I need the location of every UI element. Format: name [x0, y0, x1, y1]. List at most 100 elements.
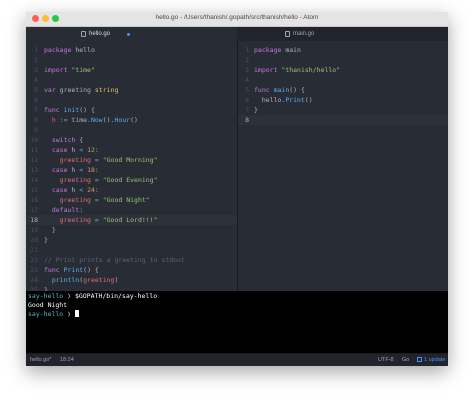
title-bar: hello.go - /Users/thanish/.gopath/src/th…	[26, 12, 448, 27]
line-number[interactable]: 4	[26, 75, 38, 85]
code-text: case h < 18:	[44, 165, 99, 175]
code-line[interactable]: 23 func Print() {	[26, 265, 237, 275]
code-line[interactable]: 24 println(greeting)	[26, 275, 237, 285]
code-line[interactable]: 8	[238, 115, 448, 125]
code-token: greeting	[83, 276, 115, 284]
line-number[interactable]: 7	[26, 105, 38, 115]
line-number[interactable]: 17	[26, 205, 38, 215]
line-number[interactable]: 2	[26, 55, 38, 65]
editor-pane-main-go[interactable]: 1 package main 2 3 import "thanish/hello" 4 5 f…	[238, 41, 448, 303]
code-line[interactable]: 4	[238, 75, 448, 85]
terminal-line: Good Night	[28, 301, 67, 310]
terminal-panel[interactable]: say-hello ❯ $GOPATH/bin/say-hello Good Ni…	[26, 291, 448, 353]
line-number[interactable]: 5	[238, 85, 249, 95]
line-number[interactable]: 22	[26, 255, 38, 265]
code-line[interactable]: 16 greeting = "Good Night"	[26, 195, 237, 205]
code-line[interactable]: 9	[26, 125, 237, 135]
line-number[interactable]: 15	[26, 185, 38, 195]
code-line[interactable]: 21	[26, 245, 237, 255]
code-token: :	[79, 206, 84, 214]
code-line[interactable]: 10 switch {	[26, 135, 237, 145]
status-grammar[interactable]: Go	[402, 357, 409, 363]
status-file-name[interactable]: hello.go*	[30, 357, 51, 363]
code-line[interactable]: 12 greeting = "Good Morning"	[26, 155, 237, 165]
line-number[interactable]: 8	[26, 115, 38, 125]
code-line[interactable]: 2	[26, 55, 237, 65]
code-text: greeting = "Good Morning"	[44, 155, 158, 165]
code-line[interactable]: 4	[26, 75, 237, 85]
line-number[interactable]: 1	[26, 45, 38, 55]
line-number[interactable]: 3	[238, 65, 249, 75]
code-line[interactable]: 7}	[238, 105, 448, 115]
code-token: case	[51, 186, 68, 194]
code-token: greeting	[44, 196, 95, 204]
line-number[interactable]: 13	[26, 165, 38, 175]
terminal-prompt: say-hello	[28, 310, 68, 318]
tab-hello-go[interactable]: hello.go	[26, 27, 237, 41]
line-number[interactable]: 16	[26, 195, 38, 205]
code-line[interactable]: 7 func init() {	[26, 105, 237, 115]
code-token: Hour	[114, 116, 131, 124]
code-token: "Good Night"	[102, 196, 150, 204]
line-number[interactable]: 24	[26, 275, 38, 285]
line-number[interactable]: 1	[238, 45, 249, 55]
code-line[interactable]: 20}	[26, 235, 237, 245]
line-number[interactable]: 5	[26, 85, 38, 95]
code-token: hello.	[254, 96, 286, 104]
code-line[interactable]: 6	[26, 95, 237, 105]
code-line[interactable]: 15 case h < 24:	[26, 185, 237, 195]
line-number[interactable]: 14	[26, 175, 38, 185]
code-token: h	[67, 186, 80, 194]
line-number[interactable]: 11	[26, 145, 38, 155]
line-number[interactable]: 18	[26, 215, 38, 225]
code-line[interactable]: 13 case h < 18:	[26, 165, 237, 175]
code-text: h := time.Now().Hour()	[44, 115, 138, 125]
code-line[interactable]: 17 default:	[26, 205, 237, 215]
code-line[interactable]: 8 h := time.Now().Hour()	[26, 115, 237, 125]
line-number[interactable]: 12	[26, 155, 38, 165]
code-line[interactable]: 19 }	[26, 225, 237, 235]
line-number[interactable]: 3	[26, 65, 38, 75]
line-number[interactable]: 20	[26, 235, 38, 245]
line-number[interactable]: 9	[26, 125, 38, 135]
code-text: func Print() {	[44, 265, 99, 275]
tab-main-go[interactable]: main.go	[238, 27, 448, 41]
code-text: import "time"	[44, 65, 95, 75]
code-token: greeting	[44, 216, 95, 224]
status-update-link[interactable]: 1 update	[417, 357, 445, 363]
code-line[interactable]: 5 func main() {	[238, 85, 448, 95]
code-line[interactable]: 5 var greeting string	[26, 85, 237, 95]
line-number[interactable]: 6	[238, 95, 249, 105]
line-number[interactable]: 2	[238, 55, 249, 65]
line-number[interactable]: 19	[26, 225, 38, 235]
line-number[interactable]: 8	[238, 115, 249, 125]
line-number[interactable]: 21	[26, 245, 38, 255]
code-line[interactable]: 1 package hello	[26, 45, 237, 55]
code-token: case	[51, 166, 68, 174]
code-line[interactable]: 14 greeting = "Good Evening"	[26, 175, 237, 185]
code-token: package	[254, 46, 282, 54]
code-text: case h < 24:	[44, 185, 99, 195]
code-text: case h < 12:	[44, 145, 99, 155]
code-line[interactable]: 3 import "time"	[26, 65, 237, 75]
line-number[interactable]: 10	[26, 135, 38, 145]
code-line[interactable]: 1 package main	[238, 45, 448, 55]
code-line[interactable]: 6 hello.Print()	[238, 95, 448, 105]
code-line[interactable]: 3 import "thanish/hello"	[238, 65, 448, 75]
code-line[interactable]: 11 case h < 12:	[26, 145, 237, 155]
code-token: "thanish/hello"	[281, 66, 341, 74]
line-number[interactable]: 4	[238, 75, 249, 85]
code-token: greeting	[55, 86, 95, 94]
code-token: ()	[130, 116, 138, 124]
code-line[interactable]: 18 greeting = "Good Lord!!!"	[26, 215, 237, 225]
line-number[interactable]: 7	[238, 105, 249, 115]
code-line[interactable]: 22 // Print prints a greeting to stdout	[26, 255, 237, 265]
status-encoding[interactable]: UTF-8	[378, 357, 394, 363]
line-number[interactable]: 6	[26, 95, 38, 105]
line-number[interactable]: 23	[26, 265, 38, 275]
code-line[interactable]: 2	[238, 55, 448, 65]
editor-pane-hello-go[interactable]: 1 package hello 2 3 import "time" 4 5 var greet…	[26, 41, 238, 303]
code-token: Print	[285, 96, 305, 104]
status-cursor-position[interactable]: 18:24	[60, 357, 74, 363]
